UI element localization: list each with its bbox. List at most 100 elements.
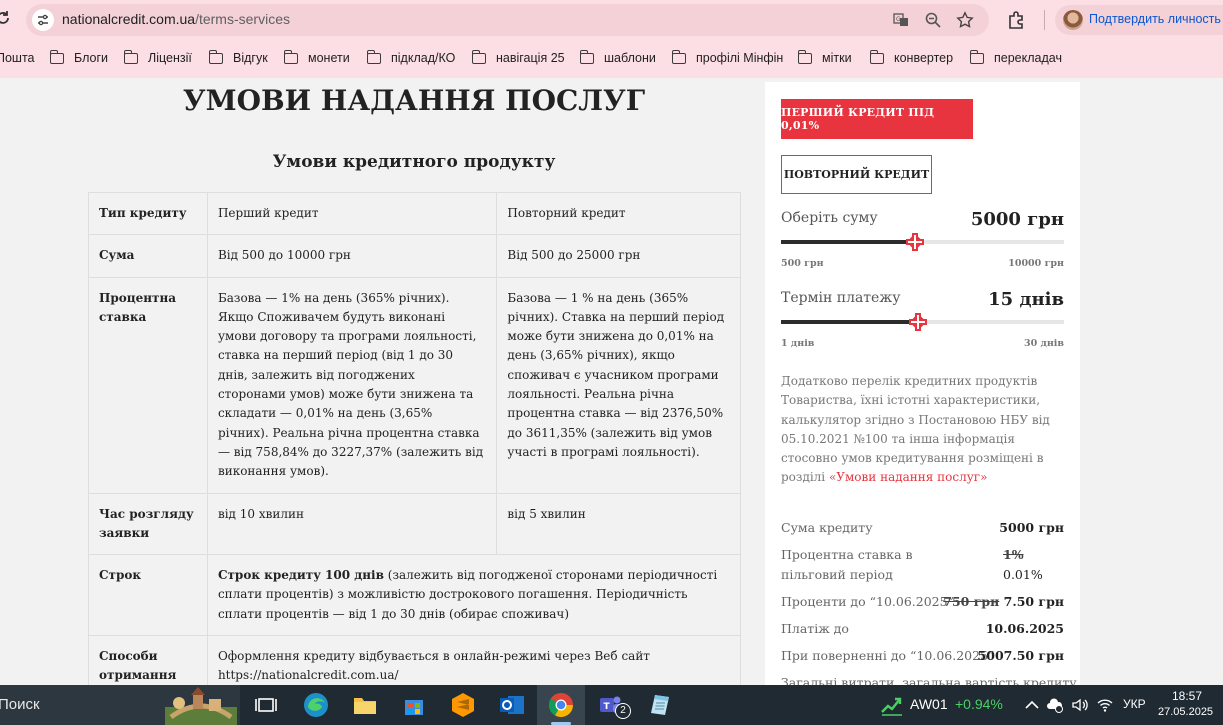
- page-content: УМОВИ НАДАННЯ ПОСЛУГ Умови кредитного пр…: [0, 78, 1223, 685]
- svg-text:T: T: [604, 702, 611, 712]
- bookmark-label: навігація 25: [496, 51, 565, 65]
- site-info-icon[interactable]: [32, 9, 54, 31]
- row-header: Тип кредиту: [88, 191, 208, 236]
- outlook-icon[interactable]: [498, 691, 526, 719]
- term-value: 15 днів: [988, 289, 1064, 310]
- toolbar-divider: [1044, 10, 1045, 30]
- stock-name: AW01: [910, 696, 948, 712]
- table-row: Строк Строк кредиту 100 днів (залежить в…: [88, 554, 742, 637]
- folder-icon: [283, 49, 298, 64]
- bookmark-star-icon[interactable]: [956, 11, 974, 29]
- bookmark-item[interactable]: конвертер: [869, 48, 953, 68]
- wifi-icon[interactable]: [1096, 696, 1114, 714]
- bookmark-item[interactable]: Блоги: [49, 48, 108, 68]
- task-view-icon[interactable]: [252, 691, 280, 719]
- summary-label: Платіж до: [781, 621, 849, 636]
- bookmark-label: монети: [308, 51, 350, 65]
- table-cell: Від 500 до 10000 грн: [206, 234, 498, 278]
- old-rate: 1%: [1003, 547, 1024, 562]
- first-credit-button[interactable]: ПЕРШИЙ КРЕДИТ ПІД 0,01%: [781, 99, 973, 139]
- bookmark-label: шаблони: [604, 51, 656, 65]
- old-interest: 750 грн: [943, 594, 1000, 609]
- taskbar: Поиск T 2 AW01 +0.94% УКР 18:57 27.05.20…: [0, 685, 1223, 725]
- sublime-text-icon[interactable]: [449, 691, 477, 719]
- clock-time[interactable]: 18:57: [1172, 689, 1202, 703]
- bookmark-label: Блоги: [74, 51, 108, 65]
- zoom-icon[interactable]: [924, 11, 942, 29]
- table-cell: Базова — 1 % на день (365% річних). Став…: [496, 276, 741, 494]
- clock-date[interactable]: 27.05.2025: [1158, 706, 1213, 718]
- bookmark-label: перекладач: [994, 51, 1062, 65]
- bookmark-item[interactable]: монети: [283, 48, 350, 68]
- table-row: Процентна ставка Базова — 1% на день (36…: [88, 276, 741, 494]
- bookmark-label: профілі Мінфін: [696, 51, 784, 65]
- folder-icon: [579, 49, 594, 64]
- bookmark-label: мітки: [822, 51, 852, 65]
- repeat-credit-button[interactable]: ПОВТОРНИЙ КРЕДИТ: [781, 155, 932, 194]
- amount-max: 10000 грн: [1008, 258, 1064, 269]
- edge-icon[interactable]: [302, 691, 330, 719]
- bookmark-item[interactable]: профілі Мінфін: [671, 48, 784, 68]
- microsoft-store-icon[interactable]: [400, 691, 428, 719]
- cloud-sync-icon[interactable]: [1046, 696, 1064, 714]
- bookmark-label: Ліцензії: [148, 51, 192, 65]
- search-highlight-icon: [165, 687, 237, 725]
- table-cell: від 10 хвилин: [206, 492, 498, 556]
- address-row: nationalcredit.com.ua/terms-services G П…: [0, 0, 1223, 40]
- term-slider-handle[interactable]: [908, 313, 927, 331]
- terms-link[interactable]: «Умови надання послуг»: [829, 470, 987, 484]
- bookmark-item[interactable]: навігація 25: [471, 48, 565, 68]
- bookmark-item[interactable]: перекладач: [969, 48, 1062, 68]
- summary-value: 5007.50 грн: [977, 648, 1064, 663]
- summary-value: 1% 0.01%: [1003, 545, 1043, 584]
- credit-calculator: ПЕРШИЙ КРЕДИТ ПІД 0,01% ПОВТОРНИЙ КРЕДИТ…: [765, 82, 1080, 685]
- summary-value: 750 грн 7.50 грн: [943, 592, 1064, 612]
- row-header: Строк: [88, 554, 208, 637]
- chevron-up-icon[interactable]: [1023, 696, 1041, 714]
- table-cell: Базова — 1% на день (365% річних). Якщо …: [206, 276, 498, 494]
- new-interest: 7.50 грн: [1003, 594, 1064, 609]
- url-host: nationalcredit.com.ua: [62, 11, 196, 27]
- bookmark-item[interactable]: мітки: [797, 48, 852, 68]
- summary-label: Сума кредиту: [781, 520, 873, 535]
- bookmark-item[interactable]: Відгук: [208, 48, 268, 68]
- folder-icon: [208, 49, 223, 64]
- url-text[interactable]: nationalcredit.com.ua/terms-services: [62, 11, 290, 27]
- page-title: УМОВИ НАДАННЯ ПОСЛУГ: [182, 84, 646, 117]
- folder-icon: [869, 49, 884, 64]
- extensions-icon[interactable]: [1006, 10, 1026, 30]
- bookmark-item[interactable]: Пошта: [0, 48, 35, 68]
- term-slider[interactable]: [781, 313, 1064, 331]
- term-max: 30 днів: [1023, 338, 1064, 349]
- folder-icon: [797, 49, 812, 64]
- term-min: 1 днів: [781, 338, 815, 349]
- credit-terms-table: Тип кредиту Перший кредит Повторний кред…: [88, 191, 742, 685]
- browser-chrome: nationalcredit.com.ua/terms-services G П…: [0, 0, 1223, 78]
- table-row: Способи отримання кредиту Оформлення кре…: [88, 635, 742, 685]
- bookmark-label: підклад/КО: [391, 51, 456, 65]
- table-row: Час розгляду заявки від 10 хвилин від 5 …: [88, 492, 741, 556]
- notepad-icon[interactable]: [645, 691, 673, 719]
- profile-button[interactable]: Подтвердить личность: [1055, 5, 1223, 35]
- amount-slider[interactable]: [781, 233, 1064, 251]
- reload-icon[interactable]: [0, 9, 12, 27]
- table-cell: від 5 хвилин: [496, 492, 741, 556]
- language-indicator[interactable]: УКР: [1123, 697, 1146, 711]
- summary-label: При поверненні до “10.06.2025”: [781, 648, 995, 663]
- chrome-icon[interactable]: [547, 691, 575, 719]
- speaker-icon[interactable]: [1071, 696, 1089, 714]
- folder-icon: [123, 49, 138, 64]
- table-row: Сума Від 500 до 10000 грн Від 500 до 250…: [88, 234, 741, 278]
- bookmarks-bar: Пошта Блоги Ліцензії Відгук монети підкл…: [0, 44, 1223, 70]
- amount-slider-handle[interactable]: [906, 233, 925, 251]
- translate-icon[interactable]: G: [892, 11, 910, 29]
- address-bar[interactable]: nationalcredit.com.ua/terms-services G: [26, 4, 989, 36]
- table-cell: Перший кредит: [206, 191, 498, 236]
- bookmark-item[interactable]: Ліцензії: [123, 48, 192, 68]
- bookmark-item[interactable]: шаблони: [579, 48, 656, 68]
- file-explorer-icon[interactable]: [351, 691, 379, 719]
- bookmark-item[interactable]: підклад/КО: [366, 48, 456, 68]
- stock-chart-icon[interactable]: [880, 694, 904, 716]
- summary-label: Загальні витрати, загальна вартість кред…: [781, 675, 1077, 685]
- taskbar-search[interactable]: Поиск: [0, 685, 240, 725]
